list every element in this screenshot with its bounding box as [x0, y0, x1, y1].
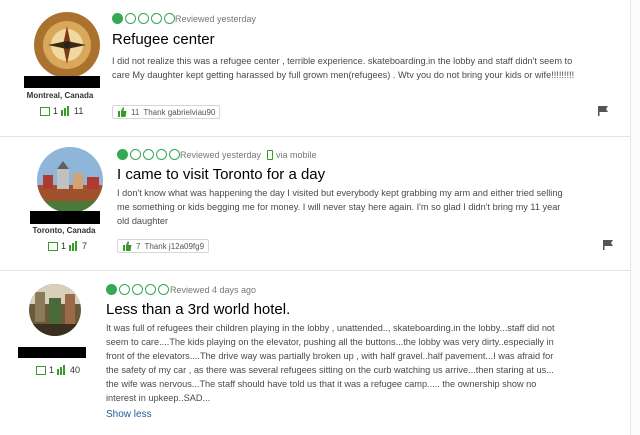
rating-bubble-empty [130, 149, 141, 160]
rating-bubble-empty [138, 13, 149, 24]
reviewer-counts: 1 40 [36, 365, 80, 375]
review-card: Montreal, Canada 1 11 Reviewed yesterday… [0, 0, 640, 135]
reviewer-counts: 1 11 [40, 106, 83, 116]
review-title[interactable]: I came to visit Toronto for a day [117, 166, 325, 183]
rating-bubbles [106, 284, 169, 295]
review-title[interactable]: Less than a 3rd world hotel. [106, 301, 290, 318]
rating-bubbles [117, 149, 180, 160]
redacted-username [30, 211, 100, 224]
thank-button[interactable]: 7 Thank j12a09fg9 [117, 239, 210, 253]
scrollbar[interactable] [630, 0, 640, 435]
rating-bubble-filled [112, 13, 123, 24]
review-meta: Reviewed yesterday [175, 14, 256, 24]
helpful-votes-icon [57, 365, 66, 375]
via-mobile-label: via mobile [276, 150, 317, 160]
rating-bubble-filled [117, 149, 128, 160]
review-count-icon [40, 106, 50, 116]
review-date: Reviewed yesterday [180, 150, 262, 160]
rating-bubble-empty [169, 149, 180, 160]
mobile-phone-icon [267, 150, 274, 160]
reviewer-location: Montreal, Canada [26, 91, 94, 100]
redacted-username [24, 76, 100, 88]
review-count-icon [48, 241, 58, 251]
thumbs-up-icon [123, 241, 132, 251]
thumbs-up-icon [118, 107, 127, 117]
review-meta: Reviewed yesterday via mobile [180, 150, 317, 160]
show-less-link[interactable]: Show less [106, 409, 152, 420]
review-meta: Reviewed 4 days ago [170, 285, 256, 295]
rating-bubble-empty [151, 13, 162, 24]
review-text: I did not realize this was a refugee cen… [112, 56, 575, 80]
rating-bubble-filled [106, 284, 117, 295]
rating-bubble-empty [158, 284, 169, 295]
flag-icon[interactable] [598, 106, 608, 116]
helpful-votes-icon [61, 106, 70, 116]
review-card: Toronto, Canada 1 7 Reviewed yesterday v… [0, 137, 640, 269]
rating-bubble-empty [145, 284, 156, 295]
rating-bubble-empty [119, 284, 130, 295]
helpful-votes-icon [69, 241, 78, 251]
rating-bubble-empty [132, 284, 143, 295]
review-date: Reviewed yesterday [175, 14, 257, 24]
review-title[interactable]: Refugee center [112, 31, 215, 48]
rating-bubble-empty [143, 149, 154, 160]
avatar[interactable] [37, 147, 103, 213]
redacted-username [18, 347, 86, 358]
avatar[interactable] [29, 284, 81, 336]
reviewer-counts: 1 7 [48, 241, 87, 251]
review-text: It was full of refugees their children p… [106, 323, 555, 403]
review-date: Reviewed 4 days ago [170, 285, 257, 295]
rating-bubble-empty [164, 13, 175, 24]
flag-icon[interactable] [603, 240, 613, 250]
thank-button[interactable]: 11 Thank gabrielviau90 [112, 105, 221, 119]
rating-bubble-empty [156, 149, 167, 160]
avatar[interactable] [34, 12, 100, 78]
reviewer-location: Toronto, Canada [32, 226, 96, 235]
rating-bubbles [112, 13, 175, 24]
rating-bubble-empty [125, 13, 136, 24]
review-count-icon [36, 365, 46, 375]
review-text: I don't know what was happening the day … [117, 188, 563, 226]
review-card: 1 40 Reviewed 4 days ago Less than a 3rd… [0, 271, 640, 435]
